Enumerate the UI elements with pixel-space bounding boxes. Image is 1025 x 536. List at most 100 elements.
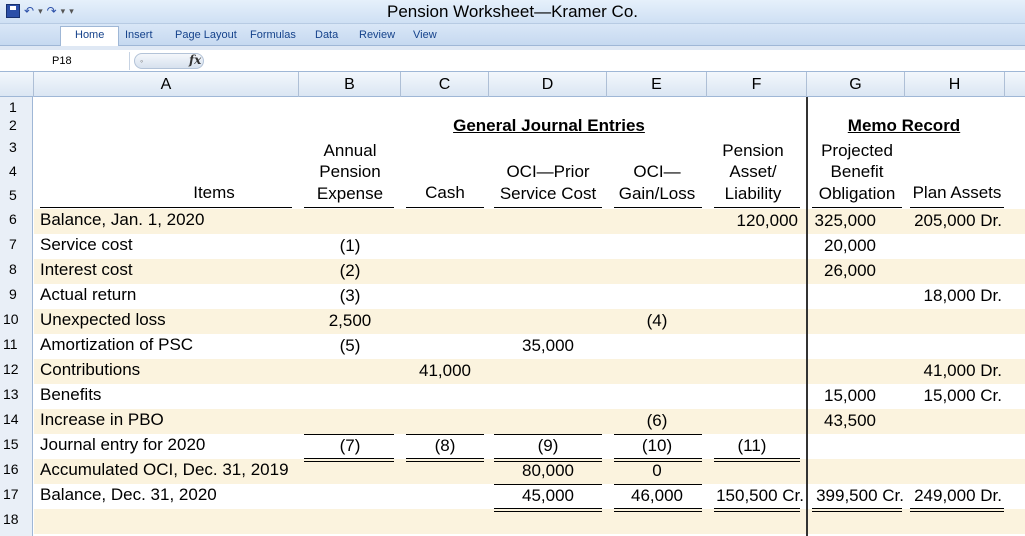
row-header[interactable]: 11 [0,336,33,352]
tab-home[interactable]: Home [60,26,120,46]
cell-g17[interactable]: 399,500 Cr. [808,486,904,506]
cell-a16[interactable]: Accumulated OCI, Dec. 31, 2019 [40,460,289,480]
header-underline [812,207,902,208]
insert-function-icon[interactable]: fx [189,53,201,67]
column-header-f[interactable]: F [707,72,807,97]
cell-a14[interactable]: Increase in PBO [40,410,164,430]
cell-d17[interactable]: 45,000 [489,486,607,506]
cell-e15[interactable]: (10) [607,436,707,456]
column-header-b[interactable]: B [299,72,401,97]
cell-c15[interactable]: (8) [401,436,489,456]
double-underline [812,508,902,512]
cell-g13[interactable]: 15,000 [810,386,876,406]
row-band [34,259,1025,284]
cell-a13[interactable]: Benefits [40,385,101,405]
row-header[interactable]: 8 [0,261,33,277]
column-header-d[interactable]: D [489,72,607,97]
cell-h13[interactable]: 15,000 Cr. [904,386,1002,406]
memo-record-heading: Memo Record [847,116,961,135]
cell-d16[interactable]: 80,000 [489,461,607,481]
double-underline [614,508,702,512]
row-header[interactable]: 5 [0,187,33,203]
liability-heading: Liability [724,184,782,203]
memo-separator-line [806,97,808,536]
cell-a10[interactable]: Unexpected loss [40,310,166,330]
cell-a9[interactable]: Actual return [40,285,136,305]
header-underline [40,207,292,208]
select-all-corner[interactable] [0,72,34,97]
row-header[interactable]: 18 [0,511,33,527]
cell-g6[interactable]: 325,000 [810,211,876,231]
column-header-g[interactable]: G [807,72,905,97]
cell-h6[interactable]: 205,000 Dr. [904,211,1002,231]
column-header-a[interactable]: A [34,72,299,97]
tab-data[interactable]: Data [312,27,341,45]
row-header[interactable]: 14 [0,411,33,427]
oci-heading: OCI— [633,162,681,181]
cell-a8[interactable]: Interest cost [40,260,133,280]
tab-insert[interactable]: Insert [122,27,156,45]
asset-heading: Asset/ [729,162,777,181]
cell-g8[interactable]: 26,000 [810,261,876,281]
name-box[interactable]: P18 [2,52,130,70]
row-header[interactable]: 2 [0,117,33,133]
row-header[interactable]: 4 [0,163,33,179]
cell-e10[interactable]: (4) [607,311,707,331]
column-header-c[interactable]: C [401,72,489,97]
column-header-h[interactable]: H [905,72,1005,97]
header-underline [406,207,484,208]
cash-heading: Cash [425,183,465,202]
cell-e16[interactable]: 0 [607,461,707,481]
formula-controls[interactable]: ◦ fx [134,53,204,69]
row-headers: 1 2 3 4 5 6 7 8 9 10 11 12 13 14 15 16 1… [0,97,33,536]
cell-f15[interactable]: (11) [702,436,802,456]
cell-a15[interactable]: Journal entry for 2020 [40,435,205,455]
cell-a11[interactable]: Amortization of PSC [40,335,193,355]
cell-e17[interactable]: 46,000 [607,486,707,506]
cell-b9[interactable]: (3) [300,286,400,306]
service-cost-heading: Service Cost [499,184,597,203]
row-header[interactable]: 10 [0,311,33,327]
dropdown-icon[interactable]: ◦ [140,56,143,66]
row-header[interactable]: 3 [0,139,33,155]
row-header[interactable]: 12 [0,361,33,377]
row-header[interactable]: 9 [0,286,33,302]
row-header[interactable]: 13 [0,386,33,402]
cell-b8[interactable]: (2) [300,261,400,281]
cell-g14[interactable]: 43,500 [810,411,876,431]
cell-d15[interactable]: (9) [489,436,607,456]
cell-b11[interactable]: (5) [300,336,400,356]
header-underline [494,207,602,208]
benefit-heading: Benefit [830,162,884,181]
total-line [614,484,702,485]
cell-b15[interactable]: (7) [300,436,400,456]
row-header[interactable]: 16 [0,461,33,477]
cell-b7[interactable]: (1) [300,236,400,256]
column-header-e[interactable]: E [607,72,707,97]
cell-a17[interactable]: Balance, Dec. 31, 2020 [40,485,217,505]
cell-c12[interactable]: 41,000 [401,361,489,381]
items-heading: Items [193,183,235,202]
row-header[interactable]: 7 [0,236,33,252]
cell-e14[interactable]: (6) [607,411,707,431]
tab-page-layout[interactable]: Page Layout [172,27,240,45]
tab-review[interactable]: Review [356,27,398,45]
cell-f6[interactable]: 120,000 [706,211,798,231]
cell-a7[interactable]: Service cost [40,235,133,255]
cell-f17[interactable]: 150,500 Cr. [706,486,804,506]
cell-h9[interactable]: 18,000 Dr. [904,286,1002,306]
row-header[interactable]: 6 [0,211,33,227]
tab-view[interactable]: View [410,27,440,45]
cell-a6[interactable]: Balance, Jan. 1, 2020 [40,210,204,230]
cell-h17[interactable]: 249,000 Dr. [904,486,1002,506]
cell-a12[interactable]: Contributions [40,360,140,380]
tab-formulas[interactable]: Formulas [247,27,299,45]
row-header[interactable]: 15 [0,436,33,452]
row-header[interactable]: 17 [0,486,33,502]
cell-h12[interactable]: 41,000 Dr. [904,361,1002,381]
cell-b10[interactable]: 2,500 [300,311,400,331]
plan-assets-heading: Plan Assets [912,183,1002,202]
cell-d11[interactable]: 35,000 [489,336,607,356]
cell-g7[interactable]: 20,000 [810,236,876,256]
row-header[interactable]: 1 [0,99,33,115]
